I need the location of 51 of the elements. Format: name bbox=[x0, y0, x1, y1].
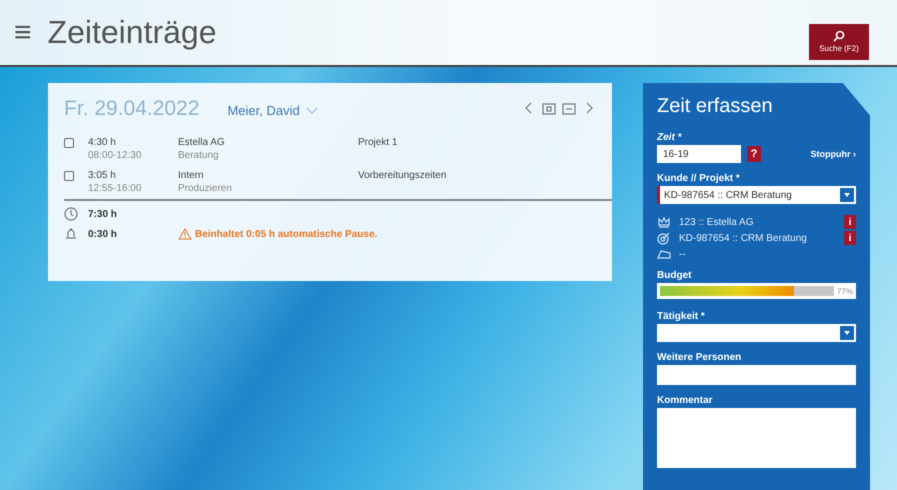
entry-project: Projekt 1 bbox=[358, 136, 398, 150]
entry-activity: Beratung bbox=[178, 149, 220, 162]
entry-checkbox[interactable] bbox=[64, 138, 74, 148]
field-label: Weitere Personen bbox=[657, 352, 742, 363]
persons-field[interactable] bbox=[657, 365, 856, 385]
help-button[interactable]: ? bbox=[747, 146, 761, 162]
entry-duration: 4:30 h bbox=[88, 136, 117, 149]
entry-customer: Intern bbox=[178, 169, 205, 182]
form-title: Zeit erfassen bbox=[657, 95, 774, 118]
time-field[interactable]: 16-19 bbox=[657, 145, 741, 163]
calendar-month-icon[interactable] bbox=[562, 101, 576, 115]
chevron-down-icon bbox=[306, 106, 318, 114]
crown-icon bbox=[657, 215, 671, 229]
page-title: Zeiteinträge bbox=[48, 14, 218, 51]
caret-icon bbox=[844, 193, 850, 197]
search-button[interactable]: Suche (F2) bbox=[809, 24, 869, 60]
stopwatch-link[interactable]: Stoppuhr › bbox=[810, 149, 856, 159]
total-duration: 7:30 h bbox=[88, 208, 118, 220]
budget-reading: 77% bbox=[836, 286, 853, 296]
person-dropdown[interactable]: Meier, David bbox=[227, 103, 318, 118]
entry-range: 08:00-12:30 bbox=[88, 149, 142, 162]
field-label: Kommentar bbox=[657, 395, 714, 406]
field-label: Zeit * bbox=[657, 132, 683, 143]
entry-duration: 3:05 h bbox=[88, 169, 117, 182]
entry-project: Vorbereitungszeiten bbox=[358, 169, 448, 183]
entry-customer: Estella AG bbox=[178, 136, 226, 149]
activity-select[interactable] bbox=[657, 324, 856, 342]
entry-activity: Produzieren bbox=[178, 182, 233, 195]
field-label: Budget bbox=[657, 270, 692, 281]
entry-range: 12:55-16:00 bbox=[88, 182, 142, 195]
warning-text: Beinhaltet 0:05 h automatische Pause. bbox=[195, 228, 378, 240]
warning-icon bbox=[178, 228, 192, 240]
comment-field[interactable] bbox=[657, 408, 856, 468]
project-select[interactable]: KD-987654 :: CRM Beratung bbox=[657, 186, 856, 204]
info-button[interactable]: i bbox=[844, 231, 856, 245]
search-icon bbox=[833, 30, 845, 42]
caret-icon bbox=[844, 331, 850, 335]
entry-checkbox[interactable] bbox=[64, 171, 74, 181]
detail-text: 123 :: Estella AG bbox=[679, 216, 754, 228]
info-button[interactable]: i bbox=[844, 215, 856, 229]
pause-duration: 0:30 h bbox=[88, 228, 118, 240]
bell-icon bbox=[64, 227, 78, 241]
field-label: Tätigkeit * bbox=[657, 311, 706, 322]
target-icon bbox=[657, 231, 671, 245]
clock-icon bbox=[64, 207, 78, 221]
field-label: Kunde // Projekt * bbox=[657, 173, 741, 184]
date-title: Fr. 29.04.2022 bbox=[64, 97, 200, 121]
calendar-day-icon[interactable] bbox=[542, 101, 556, 115]
menu-icon[interactable]: ≡ bbox=[14, 16, 32, 50]
detail-text: -- bbox=[679, 248, 686, 260]
detail-text: KD-987654 :: CRM Beratung bbox=[679, 232, 807, 244]
